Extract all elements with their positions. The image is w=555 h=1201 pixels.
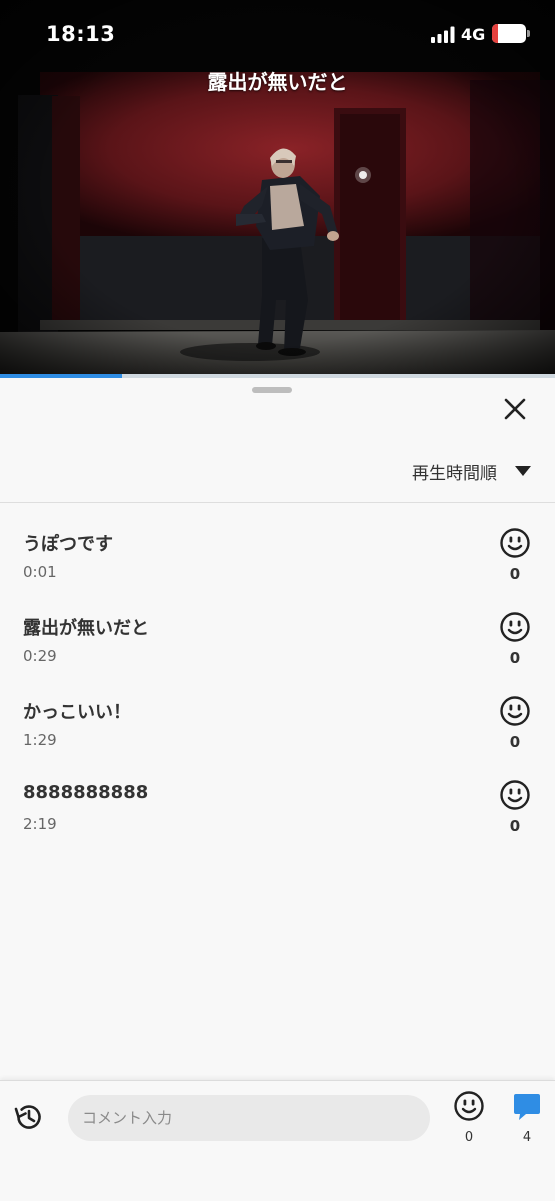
comment-timestamp: 1:29 bbox=[23, 731, 57, 749]
battery-percent: 17 bbox=[499, 26, 519, 41]
video-player[interactable]: 18:13 4G 17 露出が無いだと bbox=[0, 0, 555, 376]
close-icon[interactable] bbox=[498, 392, 532, 426]
list-item[interactable]: 8888888888 2:19 0 bbox=[0, 775, 555, 859]
battery-tip bbox=[527, 30, 530, 37]
bottom-bar: 0 4 bbox=[0, 1080, 555, 1201]
signal-icon bbox=[431, 26, 455, 43]
comment-timestamp: 2:19 bbox=[23, 815, 57, 833]
comment-bubble-icon[interactable] bbox=[512, 1092, 542, 1122]
like-count: 0 bbox=[509, 733, 521, 751]
sheet-grabber-handle[interactable] bbox=[252, 387, 292, 393]
list-item[interactable]: うぽつです 0:01 0 bbox=[0, 523, 555, 607]
total-like-count: 0 bbox=[464, 1130, 474, 1145]
comment-text: うぽつです bbox=[23, 534, 113, 555]
video-progress-bar[interactable] bbox=[0, 374, 555, 378]
dropdown-caret-icon bbox=[515, 466, 531, 476]
comment-list: うぽつです 0:01 0 露出が無いだと 0:29 0 かっこいい！ 1:29 … bbox=[0, 523, 555, 859]
comment-timestamp: 0:01 bbox=[23, 563, 57, 581]
smiley-icon[interactable] bbox=[499, 779, 531, 811]
floating-comment: 露出が無いだと bbox=[207, 70, 348, 94]
smiley-icon[interactable] bbox=[453, 1090, 485, 1122]
status-bar: 18:13 4G 17 bbox=[0, 0, 555, 68]
like-count: 0 bbox=[509, 817, 521, 835]
smiley-icon[interactable] bbox=[499, 695, 531, 727]
list-item[interactable]: 露出が無いだと 0:29 0 bbox=[0, 607, 555, 691]
network-type: 4G bbox=[461, 25, 486, 44]
smiley-icon[interactable] bbox=[499, 527, 531, 559]
sort-dropdown[interactable]: 再生時間順 bbox=[412, 458, 531, 484]
comment-timestamp: 0:29 bbox=[23, 647, 57, 665]
video-progress-fill bbox=[0, 374, 123, 378]
smiley-icon[interactable] bbox=[499, 611, 531, 643]
status-time: 18:13 bbox=[46, 22, 116, 46]
list-item[interactable]: かっこいい！ 1:29 0 bbox=[0, 691, 555, 775]
divider bbox=[0, 502, 555, 503]
comment-text: かっこいい！ bbox=[23, 702, 131, 723]
like-count: 0 bbox=[509, 565, 521, 583]
comment-text: 8888888888 bbox=[23, 782, 149, 803]
battery-icon: 17 bbox=[492, 24, 526, 43]
comment-sheet: 再生時間順 うぽつです 0:01 0 露出が無いだと 0:29 0 かっこいい！… bbox=[0, 378, 555, 1080]
sort-dropdown-label: 再生時間順 bbox=[412, 463, 497, 484]
like-count: 0 bbox=[509, 649, 521, 667]
history-icon[interactable] bbox=[11, 1100, 45, 1134]
comment-text: 露出が無いだと bbox=[23, 618, 149, 639]
total-comment-count: 4 bbox=[522, 1130, 532, 1145]
comment-input[interactable] bbox=[68, 1095, 430, 1141]
